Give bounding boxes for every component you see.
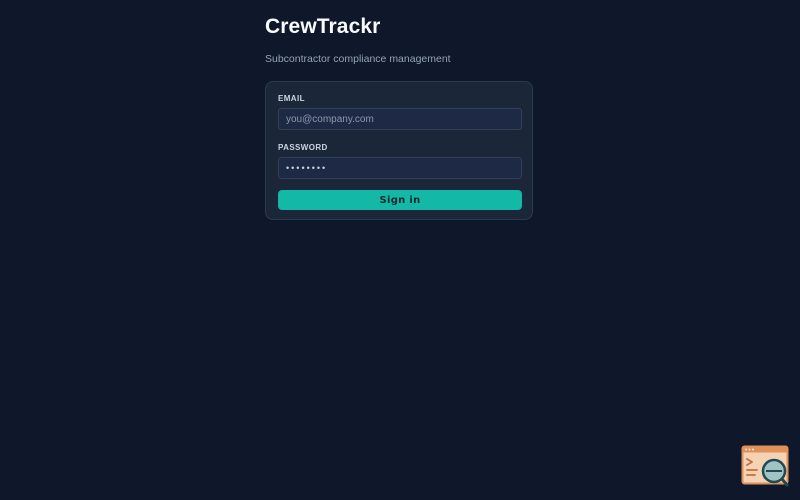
login-page: CrewTrackr Subcontractor compliance mana… xyxy=(0,0,800,500)
password-label: PASSWORD xyxy=(278,143,328,152)
app-title: CrewTrackr xyxy=(265,15,381,38)
password-field[interactable] xyxy=(278,157,522,179)
brand-header: CrewTrackr Subcontractor compliance mana… xyxy=(265,14,535,66)
email-field[interactable] xyxy=(278,108,522,130)
login-card: EMAIL PASSWORD Sign in xyxy=(265,81,533,220)
field-spacer xyxy=(278,130,520,143)
app-subtitle: Subcontractor compliance management xyxy=(265,53,451,65)
email-label: EMAIL xyxy=(278,94,305,103)
terminal-search-icon[interactable] xyxy=(741,445,789,487)
sign-in-button[interactable]: Sign in xyxy=(278,190,522,210)
